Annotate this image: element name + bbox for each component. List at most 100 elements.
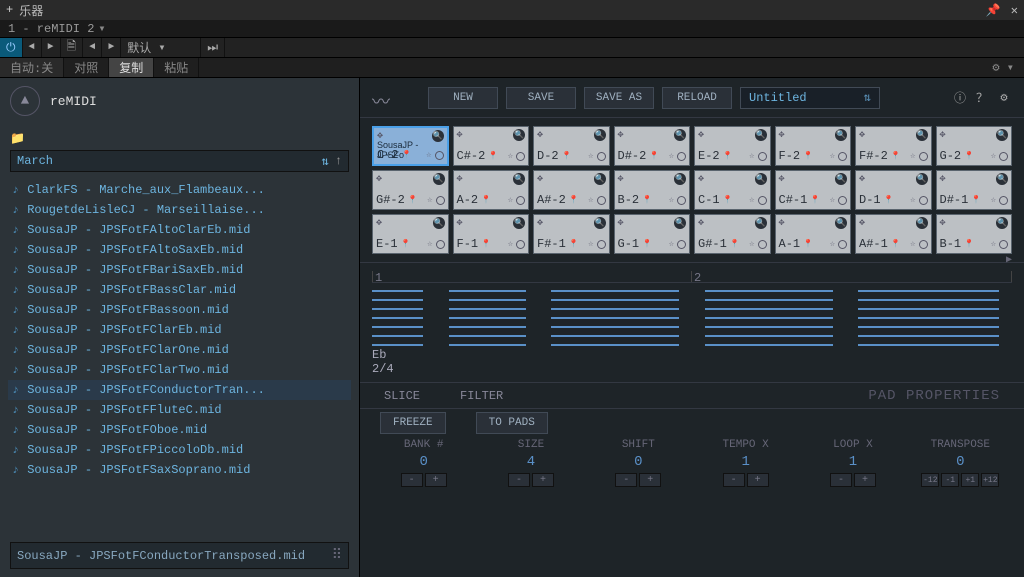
move-icon[interactable]: ✥ xyxy=(457,129,463,141)
pad[interactable]: ✥🔍D#-2📍☆ xyxy=(614,126,691,166)
magnify-icon[interactable]: 🔍 xyxy=(433,173,445,185)
move-icon[interactable]: ✥ xyxy=(940,217,946,229)
power-button[interactable]: ⏻ xyxy=(0,38,23,57)
param-step-button[interactable]: - xyxy=(508,473,530,487)
star-icon[interactable]: ☆ xyxy=(588,151,593,161)
param-value[interactable]: 0 xyxy=(956,454,964,470)
record-icon[interactable] xyxy=(838,196,847,205)
help-icon[interactable]: ？ xyxy=(974,90,990,106)
move-icon[interactable]: ✥ xyxy=(859,217,865,229)
magnify-icon[interactable]: 🔍 xyxy=(513,217,525,229)
record-icon[interactable] xyxy=(677,152,686,161)
settings-gear-icon[interactable]: ⚙ xyxy=(996,90,1012,106)
record-icon[interactable] xyxy=(919,152,928,161)
star-icon[interactable]: ☆ xyxy=(991,239,996,249)
move-icon[interactable]: ✥ xyxy=(779,173,785,185)
history-next-icon[interactable]: ► xyxy=(102,38,121,57)
pad[interactable]: ✥🔍C#-2📍☆ xyxy=(453,126,530,166)
file-item[interactable]: ♪RougetdeLisleCJ - Marseillaise... xyxy=(8,200,351,220)
star-icon[interactable]: ☆ xyxy=(669,151,674,161)
magnify-icon[interactable]: 🔍 xyxy=(674,129,686,141)
preset-updown-icon[interactable]: ⇅ xyxy=(864,90,871,105)
star-icon[interactable]: ☆ xyxy=(910,151,915,161)
move-icon[interactable]: ✥ xyxy=(376,217,382,229)
move-icon[interactable]: ✥ xyxy=(618,173,624,185)
magnify-icon[interactable]: 🔍 xyxy=(674,217,686,229)
magnify-icon[interactable]: 🔍 xyxy=(835,129,847,141)
move-icon[interactable]: ✥ xyxy=(859,129,865,141)
star-icon[interactable]: ☆ xyxy=(508,151,513,161)
param-value[interactable]: 4 xyxy=(527,454,535,470)
topads-button[interactable]: TO PADS xyxy=(476,412,548,434)
file-item[interactable]: ♪SousaJP - JPSFotFSaxSoprano.mid xyxy=(8,460,351,480)
record-icon[interactable] xyxy=(516,196,525,205)
pad[interactable]: ✥🔍E-1📍☆ xyxy=(372,214,449,254)
file-item[interactable]: ♪SousaJP - JPSFotFFluteC.mid xyxy=(8,400,351,420)
instrument-tab[interactable]: 1 - reMIDI 2 xyxy=(8,22,94,36)
info-icon[interactable]: ⓘ xyxy=(952,90,968,106)
record-icon[interactable] xyxy=(758,152,767,161)
category-selector[interactable]: March ⇅ ↑ xyxy=(10,150,349,172)
record-icon[interactable] xyxy=(436,196,445,205)
record-icon[interactable] xyxy=(516,240,525,249)
param-step-button[interactable]: - xyxy=(615,473,637,487)
move-icon[interactable]: ✥ xyxy=(457,173,463,185)
magnify-icon[interactable]: 🔍 xyxy=(594,173,606,185)
reload-button[interactable]: RELOAD xyxy=(662,87,732,109)
saveas-button[interactable]: SAVE AS xyxy=(584,87,654,109)
pad[interactable]: ✥🔍D#-1📍☆ xyxy=(936,170,1013,210)
record-icon[interactable] xyxy=(999,152,1008,161)
pad[interactable]: ✥🔍F-1📍☆ xyxy=(453,214,530,254)
move-icon[interactable]: ✥ xyxy=(779,129,785,141)
param-step-button[interactable]: - xyxy=(830,473,852,487)
file-item[interactable]: ♪SousaJP - JPSFotFConductorTran... xyxy=(8,380,351,400)
pad[interactable]: ✥🔍D-2📍☆ xyxy=(533,126,610,166)
move-icon[interactable]: ✥ xyxy=(618,129,624,141)
file-item[interactable]: ♪SousaJP - JPSFotFClarEb.mid xyxy=(8,320,351,340)
pad[interactable]: ✥🔍SousaJP - JPSFoC-2📍☆ xyxy=(372,126,449,166)
magnify-icon[interactable]: 🔍 xyxy=(916,129,928,141)
save-button[interactable]: SAVE xyxy=(506,87,576,109)
pad[interactable]: ✥🔍C#-1📍☆ xyxy=(775,170,852,210)
record-icon[interactable] xyxy=(758,240,767,249)
star-icon[interactable]: ☆ xyxy=(669,195,674,205)
star-icon[interactable]: ☆ xyxy=(669,239,674,249)
record-icon[interactable] xyxy=(677,240,686,249)
param-step-button[interactable]: -1 xyxy=(941,473,959,487)
preset-menu[interactable]: 默认 ▾ xyxy=(121,38,201,57)
pad[interactable]: ✥🔍A-1📍☆ xyxy=(775,214,852,254)
star-icon[interactable]: ☆ xyxy=(749,239,754,249)
tab-copy[interactable]: 复制 xyxy=(109,58,154,77)
record-icon[interactable] xyxy=(999,196,1008,205)
file-item[interactable]: ♪SousaJP - JPSFotFBassClar.mid xyxy=(8,280,351,300)
nav-prev-icon[interactable]: ◄ xyxy=(23,38,42,57)
folder-icon[interactable]: 📁 xyxy=(10,131,349,146)
star-icon[interactable]: ☆ xyxy=(991,195,996,205)
param-step-button[interactable]: +12 xyxy=(981,473,999,487)
file-item[interactable]: ♪SousaJP - JPSFotFBassoon.mid xyxy=(8,300,351,320)
star-icon[interactable]: ☆ xyxy=(749,195,754,205)
param-step-button[interactable]: -12 xyxy=(921,473,939,487)
tab-compare[interactable]: 对照 xyxy=(64,58,109,77)
skip-next-icon[interactable]: ⏭ xyxy=(201,38,225,57)
record-icon[interactable] xyxy=(436,240,445,249)
param-step-button[interactable]: + xyxy=(425,473,447,487)
filter-tab[interactable]: FILTER xyxy=(460,389,503,403)
move-icon[interactable]: ✥ xyxy=(940,173,946,185)
param-step-button[interactable]: - xyxy=(401,473,423,487)
pad[interactable]: ✥🔍G#-1📍☆ xyxy=(694,214,771,254)
file-item[interactable]: ♪SousaJP - JPSFotFClarTwo.mid xyxy=(8,360,351,380)
file-item[interactable]: ♪SousaJP - JPSFotFBariSaxEb.mid xyxy=(8,260,351,280)
tab-paste[interactable]: 粘贴 xyxy=(154,58,199,77)
param-step-button[interactable]: - xyxy=(723,473,745,487)
magnify-icon[interactable]: 🔍 xyxy=(674,173,686,185)
pad[interactable]: ✥🔍G#-2📍☆ xyxy=(372,170,449,210)
record-icon[interactable] xyxy=(919,240,928,249)
param-step-button[interactable]: + xyxy=(639,473,661,487)
move-icon[interactable]: ✥ xyxy=(698,217,704,229)
magnify-icon[interactable]: 🔍 xyxy=(996,173,1008,185)
record-icon[interactable] xyxy=(597,196,606,205)
pad[interactable]: ✥🔍A-2📍☆ xyxy=(453,170,530,210)
pad[interactable]: ✥🔍B-2📍☆ xyxy=(614,170,691,210)
star-icon[interactable]: ☆ xyxy=(830,195,835,205)
